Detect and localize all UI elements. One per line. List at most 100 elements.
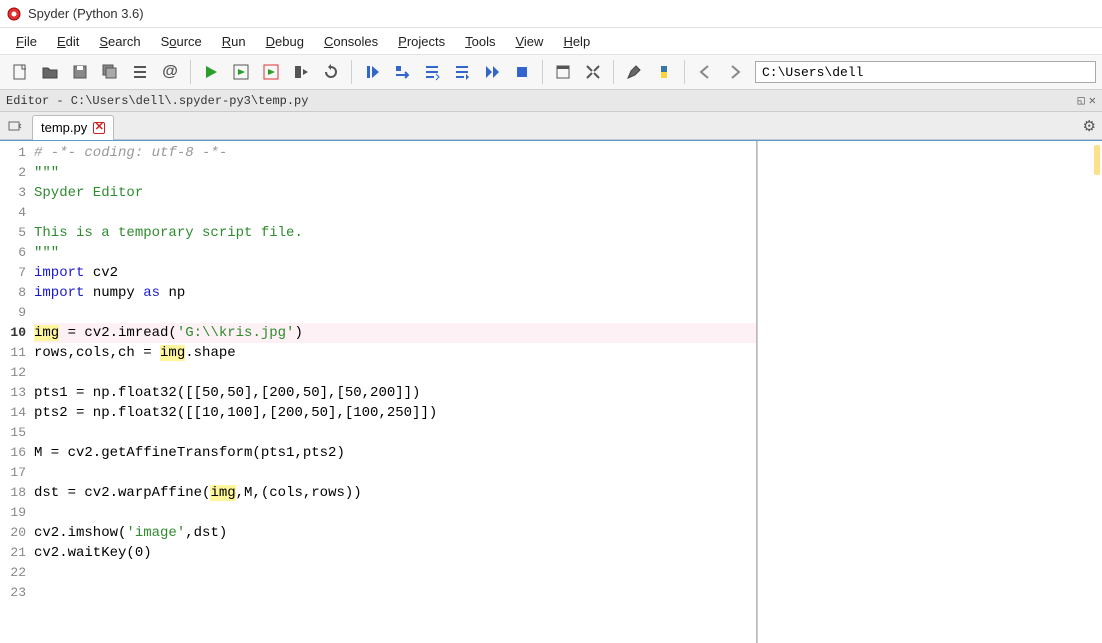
code-line[interactable]: import numpy as np bbox=[34, 283, 756, 303]
rerun-button[interactable] bbox=[317, 58, 345, 86]
editor-pane-title: Editor - C:\Users\dell\.spyder-py3\temp.… bbox=[0, 90, 1102, 112]
line-number: 1 bbox=[0, 143, 30, 163]
line-number: 12 bbox=[0, 363, 30, 383]
code-line[interactable] bbox=[34, 563, 756, 583]
code-line[interactable]: import cv2 bbox=[34, 263, 756, 283]
menu-file[interactable]: File bbox=[8, 31, 45, 52]
run-cell-button[interactable] bbox=[227, 58, 255, 86]
line-number: 20 bbox=[0, 523, 30, 543]
code-line[interactable] bbox=[34, 463, 756, 483]
title-bar: Spyder (Python 3.6) bbox=[0, 0, 1102, 28]
save-all-button[interactable] bbox=[96, 58, 124, 86]
line-number: 22 bbox=[0, 563, 30, 583]
menu-projects[interactable]: Projects bbox=[390, 31, 453, 52]
code-line[interactable] bbox=[34, 203, 756, 223]
line-number: 5 bbox=[0, 223, 30, 243]
toolbar: @ bbox=[0, 54, 1102, 90]
step-out-button[interactable] bbox=[448, 58, 476, 86]
at-symbol-button[interactable]: @ bbox=[156, 58, 184, 86]
code-line[interactable]: img = cv2.imread('G:\\kris.jpg') bbox=[34, 323, 756, 343]
outline-button[interactable] bbox=[126, 58, 154, 86]
preferences-button[interactable] bbox=[620, 58, 648, 86]
code-line[interactable]: rows,cols,ch = img.shape bbox=[34, 343, 756, 363]
line-number: 8 bbox=[0, 283, 30, 303]
toolbar-separator bbox=[613, 60, 614, 84]
working-dir-input[interactable] bbox=[755, 61, 1096, 83]
browse-tabs-icon[interactable] bbox=[4, 115, 26, 137]
toolbar-separator bbox=[684, 60, 685, 84]
side-pane bbox=[757, 141, 1102, 643]
code-line[interactable] bbox=[34, 423, 756, 443]
line-number: 23 bbox=[0, 583, 30, 603]
menu-consoles[interactable]: Consoles bbox=[316, 31, 386, 52]
code-line[interactable]: pts2 = np.float32([[10,100],[200,50],[10… bbox=[34, 403, 756, 423]
run-selection-button[interactable] bbox=[287, 58, 315, 86]
code-line[interactable]: M = cv2.getAffineTransform(pts1,pts2) bbox=[34, 443, 756, 463]
menu-edit[interactable]: Edit bbox=[49, 31, 87, 52]
stop-debug-button[interactable] bbox=[508, 58, 536, 86]
toolbar-separator bbox=[542, 60, 543, 84]
step-over-button[interactable] bbox=[388, 58, 416, 86]
line-number: 4 bbox=[0, 203, 30, 223]
new-file-button[interactable] bbox=[6, 58, 34, 86]
line-number: 18 bbox=[0, 483, 30, 503]
code-line[interactable] bbox=[34, 503, 756, 523]
code-line[interactable]: pts1 = np.float32([[50,50],[200,50],[50,… bbox=[34, 383, 756, 403]
tab-label: temp.py bbox=[41, 120, 87, 135]
code-line[interactable]: """ bbox=[34, 163, 756, 183]
forward-button[interactable] bbox=[721, 58, 749, 86]
debug-button[interactable] bbox=[358, 58, 386, 86]
menu-bar: File Edit Search Source Run Debug Consol… bbox=[0, 28, 1102, 54]
back-button[interactable] bbox=[691, 58, 719, 86]
menu-help[interactable]: Help bbox=[555, 31, 598, 52]
code-content[interactable]: # -*- coding: utf-8 -*-"""Spyder EditorT… bbox=[30, 141, 756, 643]
python-path-button[interactable] bbox=[650, 58, 678, 86]
tab-bar: temp.py ✕ ⚙ bbox=[0, 112, 1102, 140]
code-line[interactable]: Spyder Editor bbox=[34, 183, 756, 203]
run-button[interactable] bbox=[197, 58, 225, 86]
code-line[interactable] bbox=[34, 303, 756, 323]
line-number: 19 bbox=[0, 503, 30, 523]
close-pane-icon[interactable]: ✕ bbox=[1089, 93, 1096, 108]
menu-view[interactable]: View bbox=[507, 31, 551, 52]
line-number: 13 bbox=[0, 383, 30, 403]
code-line[interactable]: cv2.imshow('image',dst) bbox=[34, 523, 756, 543]
toolbar-separator bbox=[190, 60, 191, 84]
code-line[interactable] bbox=[34, 583, 756, 603]
line-number: 9 bbox=[0, 303, 30, 323]
close-tab-icon[interactable]: ✕ bbox=[93, 122, 105, 134]
menu-search[interactable]: Search bbox=[91, 31, 148, 52]
line-number: 17 bbox=[0, 463, 30, 483]
menu-debug[interactable]: Debug bbox=[258, 31, 312, 52]
line-number: 15 bbox=[0, 423, 30, 443]
code-editor[interactable]: 1234567891011121314151617181920212223 # … bbox=[0, 141, 757, 643]
menu-run[interactable]: Run bbox=[214, 31, 254, 52]
line-number: 2 bbox=[0, 163, 30, 183]
run-cell-advance-button[interactable] bbox=[257, 58, 285, 86]
line-number: 10 bbox=[0, 323, 30, 343]
code-line[interactable]: # -*- coding: utf-8 -*- bbox=[34, 143, 756, 163]
code-line[interactable] bbox=[34, 363, 756, 383]
line-number: 14 bbox=[0, 403, 30, 423]
code-line[interactable]: """ bbox=[34, 243, 756, 263]
step-into-button[interactable] bbox=[418, 58, 446, 86]
line-number-gutter: 1234567891011121314151617181920212223 bbox=[0, 141, 30, 643]
dock-icon[interactable]: ◱ bbox=[1078, 93, 1085, 108]
code-line[interactable]: dst = cv2.warpAffine(img,M,(cols,rows)) bbox=[34, 483, 756, 503]
line-number: 11 bbox=[0, 343, 30, 363]
editor-path-label: Editor - C:\Users\dell\.spyder-py3\temp.… bbox=[6, 94, 308, 108]
open-file-button[interactable] bbox=[36, 58, 64, 86]
toolbar-separator bbox=[351, 60, 352, 84]
save-file-button[interactable] bbox=[66, 58, 94, 86]
options-gear-icon[interactable]: ⚙ bbox=[1083, 117, 1096, 135]
line-number: 7 bbox=[0, 263, 30, 283]
maximize-pane-button[interactable] bbox=[549, 58, 577, 86]
line-number: 16 bbox=[0, 443, 30, 463]
menu-source[interactable]: Source bbox=[153, 31, 210, 52]
fullscreen-button[interactable] bbox=[579, 58, 607, 86]
code-line[interactable]: cv2.waitKey(0) bbox=[34, 543, 756, 563]
tab-temp-py[interactable]: temp.py ✕ bbox=[32, 115, 114, 140]
menu-tools[interactable]: Tools bbox=[457, 31, 503, 52]
continue-button[interactable] bbox=[478, 58, 506, 86]
code-line[interactable]: This is a temporary script file. bbox=[34, 223, 756, 243]
